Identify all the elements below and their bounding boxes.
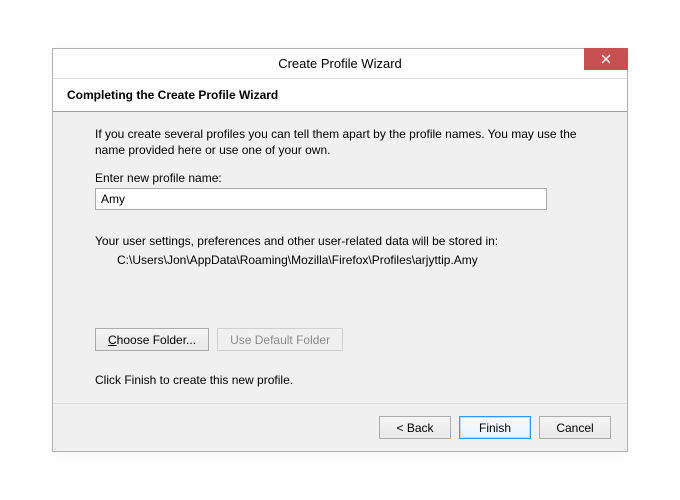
close-icon xyxy=(601,54,611,64)
close-button[interactable] xyxy=(584,48,628,70)
back-button[interactable]: < Back xyxy=(379,416,451,439)
cancel-button[interactable]: Cancel xyxy=(539,416,611,439)
finish-hint: Click Finish to create this new profile. xyxy=(95,373,599,387)
folder-buttons-row: Choose Folder... Use Default Folder xyxy=(95,328,599,351)
wizard-footer: < Back Finish Cancel xyxy=(53,403,627,451)
storage-path: C:\Users\Jon\AppData\Roaming\Mozilla\Fir… xyxy=(95,251,599,270)
choose-folder-button[interactable]: Choose Folder... xyxy=(95,328,209,351)
finish-button[interactable]: Finish xyxy=(459,416,531,439)
window-title: Create Profile Wizard xyxy=(278,56,402,71)
titlebar: Create Profile Wizard xyxy=(53,49,627,79)
wizard-content: If you create several profiles you can t… xyxy=(53,112,627,404)
wizard-window: Create Profile Wizard Completing the Cre… xyxy=(52,48,628,453)
wizard-header: Completing the Create Profile Wizard xyxy=(53,79,627,112)
profile-name-label: Enter new profile name: xyxy=(95,171,599,185)
wizard-header-title: Completing the Create Profile Wizard xyxy=(67,88,613,102)
storage-message: Your user settings, preferences and othe… xyxy=(95,232,599,251)
profile-name-input[interactable] xyxy=(95,188,547,210)
intro-text: If you create several profiles you can t… xyxy=(95,126,599,160)
storage-info: Your user settings, preferences and othe… xyxy=(95,232,599,270)
use-default-folder-button[interactable]: Use Default Folder xyxy=(217,328,343,351)
